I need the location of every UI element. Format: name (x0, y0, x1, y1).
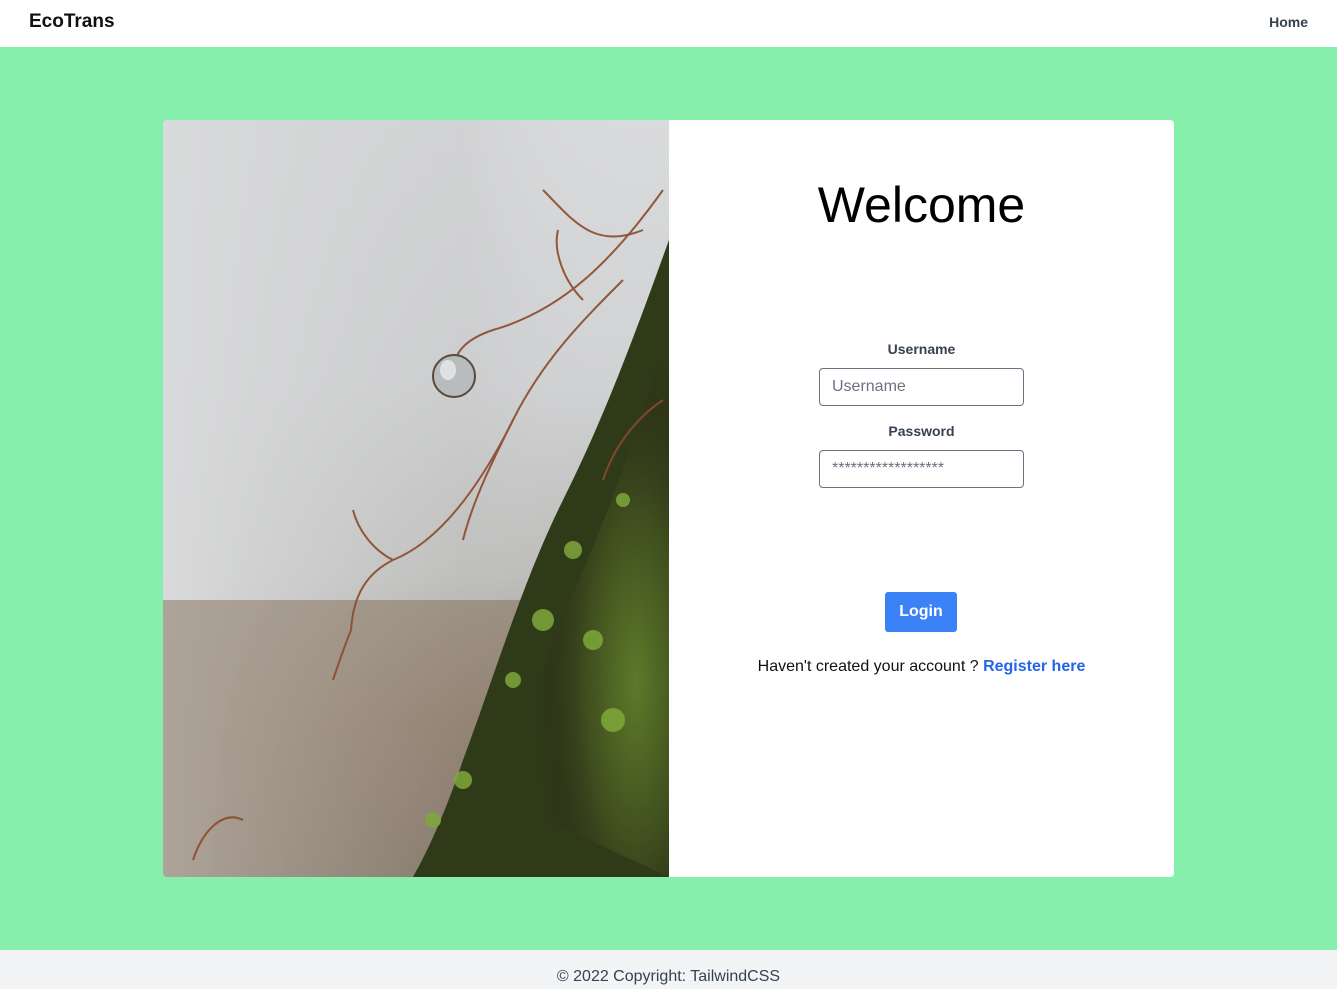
login-button[interactable]: Login (885, 592, 957, 632)
login-card: Welcome Username Password Login Haven't … (163, 120, 1174, 877)
moss-illustration (163, 120, 669, 877)
navbar: EcoTrans Home (0, 0, 1337, 47)
nav-home-link[interactable]: Home (1269, 14, 1308, 30)
moss-photo (163, 120, 669, 877)
footer: © 2022 Copyright: TailwindCSS (0, 950, 1337, 989)
login-form-panel: Welcome Username Password Login Haven't … (669, 120, 1174, 877)
brand-logo-link[interactable]: EcoTrans (29, 11, 115, 33)
username-label: Username (887, 341, 956, 357)
password-label: Password (888, 423, 955, 439)
register-link[interactable]: Register here (983, 658, 1085, 675)
register-prompt: Haven't created your account ? Register … (669, 658, 1174, 676)
page-title: Welcome (817, 177, 1026, 233)
footer-copyright: © 2022 Copyright: TailwindCSS (556, 968, 781, 985)
password-input[interactable] (819, 450, 1024, 488)
username-input[interactable] (819, 368, 1024, 406)
register-prompt-text: Haven't created your account ? (757, 658, 979, 675)
